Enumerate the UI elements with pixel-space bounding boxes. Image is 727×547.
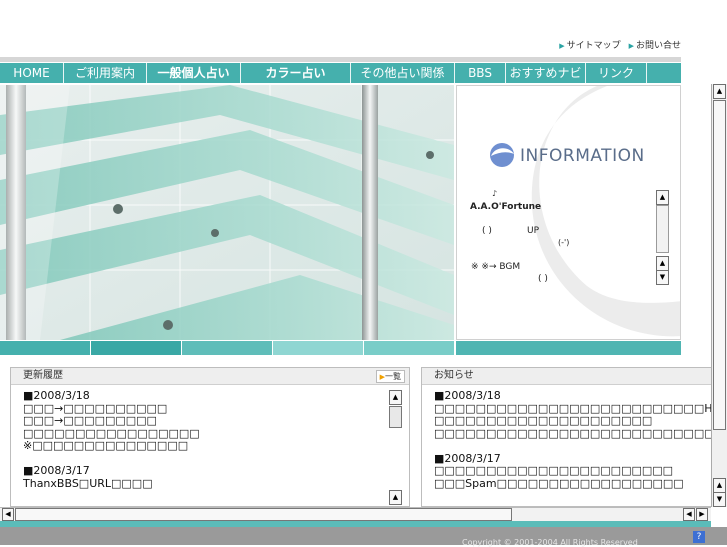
color-bar — [273, 341, 363, 355]
copyright-text: Copyright © 2001-2004 All Rights Reserve… — [462, 538, 638, 547]
contact-label: お問い合せ — [635, 41, 681, 51]
page-scroll-down-button[interactable]: ▼ — [713, 492, 726, 507]
scroll-up-button[interactable]: ▲ — [389, 390, 402, 405]
info-scroll-down-button[interactable]: ▼ — [656, 270, 669, 285]
news-panel: お知らせ ■2008/3/18 □□□□□□□□□□□□□□□□□□□□□□□□… — [421, 367, 713, 507]
nav-color-fortune[interactable]: カラー占い — [241, 63, 351, 83]
news-line: ■2008/3/18 — [434, 389, 501, 402]
news-line: □□□□□□□□□□□□□□□□□□□□□ — [434, 414, 653, 427]
info-line1a: ( ) — [482, 226, 492, 236]
horizontal-scroll-thumb[interactable] — [15, 508, 512, 521]
page-vertical-scrollbar[interactable]: ▲ ▲ ▼ — [711, 84, 727, 507]
news-line: □□□Spam□□□□□□□□□□□□□□□□□□ — [434, 476, 684, 490]
information-title: INFORMATION — [520, 146, 645, 166]
update-line: ※□□□□□□□□□□□□□□□ — [23, 439, 189, 452]
color-bar — [91, 341, 181, 355]
arrow-icon: ▶ — [559, 42, 565, 50]
nav-bbs[interactable]: BBS — [455, 63, 506, 83]
page-scroll-up-button[interactable]: ▲ — [713, 84, 726, 99]
news-body: ■2008/3/18 □□□□□□□□□□□□□□□□□□□□□□□□□□HTM… — [422, 385, 713, 490]
info-line1b: UP — [527, 226, 540, 236]
scroll-left-button[interactable]: ◀ — [2, 508, 14, 521]
list-button-label: 一覧 — [385, 372, 401, 381]
update-history-body: ■2008/3/18 □□□→□□□□□□□□□□ □□□→□□□□□□□□□ … — [11, 385, 409, 490]
color-bar — [182, 341, 272, 355]
help-icon[interactable]: ? — [693, 531, 705, 543]
scroll-right-button[interactable]: ▶ — [696, 508, 708, 521]
swirl-decoration — [531, 86, 680, 337]
scroll-left-button-2[interactable]: ◀ — [683, 508, 695, 521]
footer: Copyright © 2001-2004 All Rights Reserve… — [0, 527, 727, 547]
hero-image — [0, 85, 454, 340]
nav-links[interactable]: リンク — [586, 63, 647, 83]
color-bar — [0, 341, 90, 355]
info-scroll-up-button[interactable]: ▲ — [656, 190, 669, 205]
page-scroll-thumb[interactable] — [713, 100, 726, 430]
information-panel: INFORMATION ♪ A.A.O'Fortune ( ) UP (-') … — [456, 85, 681, 340]
top-links: ▶ サイトマップ ▶ お問い合せ — [559, 38, 681, 51]
nav-other-fortune[interactable]: その他占い関係 — [351, 63, 455, 83]
main-nav: HOME ご利用案内 一般個人占い カラー占い その他占い関係 BBS おすすめ… — [0, 63, 681, 83]
scroll-down-button[interactable]: ▲ — [389, 490, 402, 505]
info-scrollbar[interactable] — [656, 205, 669, 253]
nav-guide[interactable]: ご利用案内 — [64, 63, 147, 83]
update-line: ■2008/3/17 — [23, 464, 90, 477]
glass-stairs-image — [0, 85, 454, 340]
contact-link[interactable]: ▶ お問い合せ — [629, 38, 681, 51]
info-heading: A.A.O'Fortune — [470, 202, 542, 212]
update-line: ThanxBBS□URL□□□□ — [23, 476, 153, 490]
info-note: ♪ — [492, 189, 498, 198]
news-line: □□□□□□□□□□□□□□□□□□□□□□□ — [434, 464, 674, 477]
update-history-panel: 更新履歴 ▶一覧 ■2008/3/18 □□□→□□□□□□□□□□ □□□→□… — [10, 367, 410, 507]
color-bar — [364, 341, 454, 355]
color-bar — [456, 341, 681, 355]
sitemap-label: サイトマップ — [566, 41, 621, 51]
update-line: □□□→□□□□□□□□□ — [23, 414, 157, 427]
list-button[interactable]: ▶一覧 — [375, 370, 405, 383]
sitemap-link[interactable]: ▶ サイトマップ — [559, 38, 620, 51]
horizontal-scrollbar[interactable]: ◀ ◀ ▶ — [0, 507, 711, 521]
news-title: お知らせ — [434, 370, 474, 381]
update-line: ■2008/3/18 — [23, 389, 90, 402]
page-scroll-up-button-2[interactable]: ▲ — [713, 478, 726, 493]
info-scroll-up-button-2[interactable]: ▲ — [656, 256, 669, 271]
arrow-icon: ▶ — [628, 42, 634, 50]
scroll-thumb[interactable] — [389, 406, 402, 428]
nav-personal-fortune[interactable]: 一般個人占い — [147, 63, 241, 83]
nav-home[interactable]: HOME — [0, 63, 64, 83]
info-line2: (-') — [558, 238, 570, 247]
news-header: お知らせ — [422, 368, 713, 385]
update-scrollbar[interactable]: ▲ ▲ — [389, 390, 402, 506]
information-icon — [490, 143, 514, 167]
header-rule — [0, 57, 681, 62]
info-line3: ※ ※→ BGM — [471, 262, 521, 272]
info-line4: ( ) — [538, 274, 548, 284]
news-line: □□□□□□□□□□□□□□□□□□□□□□□□□□□□□□□□□□□□□□□□… — [434, 426, 713, 440]
update-history-title: 更新履歴 — [23, 370, 63, 381]
nav-recommended[interactable]: おすすめナビ — [506, 63, 586, 83]
update-history-header: 更新履歴 ▶一覧 — [11, 368, 409, 385]
